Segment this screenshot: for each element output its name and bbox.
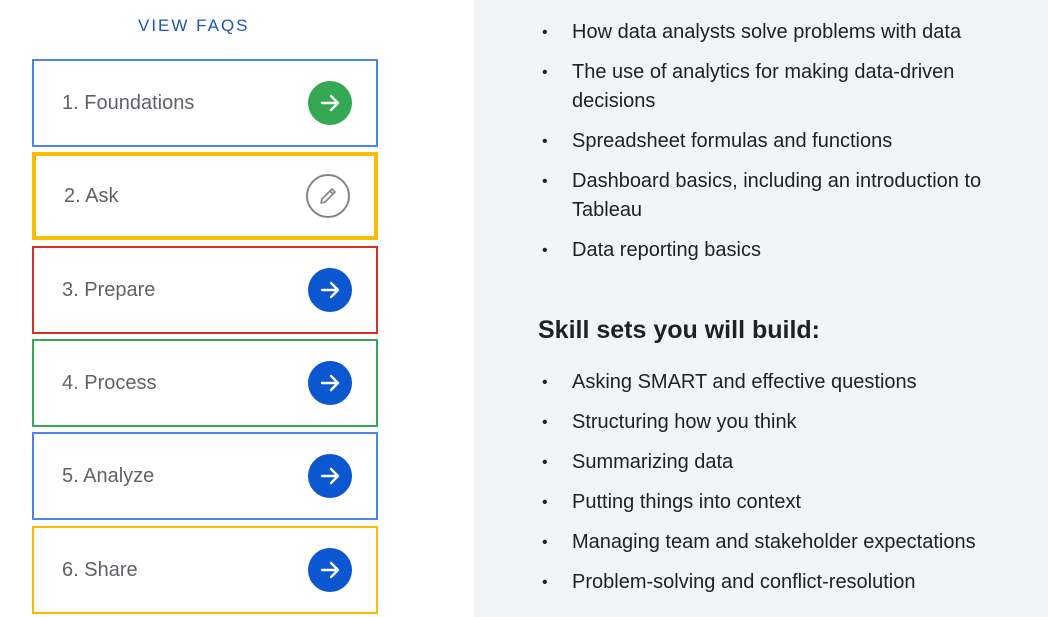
arrow-right-icon[interactable]	[308, 81, 352, 125]
bullet-icon: •	[542, 574, 548, 591]
bullet-icon: •	[542, 534, 548, 551]
bullet-icon: •	[542, 64, 548, 81]
bullet-icon: •	[542, 242, 548, 259]
list-item: • Dashboard basics, including an introduc…	[540, 167, 1030, 225]
arrow-right-icon[interactable]	[308, 268, 352, 312]
module-card-prepare[interactable]: 3. Prepare	[32, 246, 378, 334]
topics-list: • How data analysts solve problems with d…	[540, 18, 1030, 276]
list-item: • Summarizing data	[540, 448, 1030, 477]
arrow-right-icon[interactable]	[308, 548, 352, 592]
list-item: • Structuring how you think	[540, 408, 1030, 437]
module-card-foundations[interactable]: 1. Foundations	[32, 59, 378, 147]
pencil-icon[interactable]	[306, 174, 350, 218]
arrow-right-icon[interactable]	[308, 454, 352, 498]
bullet-icon: •	[542, 494, 548, 511]
module-label: 1. Foundations	[62, 91, 195, 114]
skills-heading: Skill sets you will build:	[538, 316, 820, 344]
list-item: • How data analysts solve problems with d…	[540, 18, 1030, 47]
module-card-ask[interactable]: 2. Ask	[32, 152, 378, 240]
list-item: • The use of analytics for making data-dr…	[540, 58, 1030, 116]
module-card-process[interactable]: 4. Process	[32, 339, 378, 427]
list-item: • Managing team and stakeholder expectati…	[540, 528, 1030, 557]
bullet-icon: •	[542, 454, 548, 471]
bullet-icon: •	[542, 173, 548, 190]
list-item: • Spreadsheet formulas and functions	[540, 127, 1030, 156]
bullet-icon: •	[542, 133, 548, 150]
module-label: 6. Share	[62, 558, 138, 581]
module-nav-panel: VIEW FAQS 1. Foundations 2. Ask 3. Prepa…	[0, 0, 474, 617]
skills-list: • Asking SMART and effective questions • S…	[540, 368, 1030, 608]
bullet-icon: •	[542, 374, 548, 391]
module-label: 5. Analyze	[62, 464, 155, 487]
bullet-icon: •	[542, 24, 548, 41]
module-card-share[interactable]: 6. Share	[32, 526, 378, 614]
bullet-icon: •	[542, 414, 548, 431]
list-item: • Putting things into context	[540, 488, 1030, 517]
list-item: • Asking SMART and effective questions	[540, 368, 1030, 397]
list-item: • Problem-solving and conflict-resolution	[540, 568, 1030, 597]
list-item: • Data reporting basics	[540, 236, 1030, 265]
module-card-analyze[interactable]: 5. Analyze	[32, 432, 378, 520]
view-faqs-link[interactable]: VIEW FAQS	[138, 16, 250, 36]
module-label: 2. Ask	[64, 184, 119, 207]
module-label: 4. Process	[62, 371, 157, 394]
module-label: 3. Prepare	[62, 278, 156, 301]
arrow-right-icon[interactable]	[308, 361, 352, 405]
